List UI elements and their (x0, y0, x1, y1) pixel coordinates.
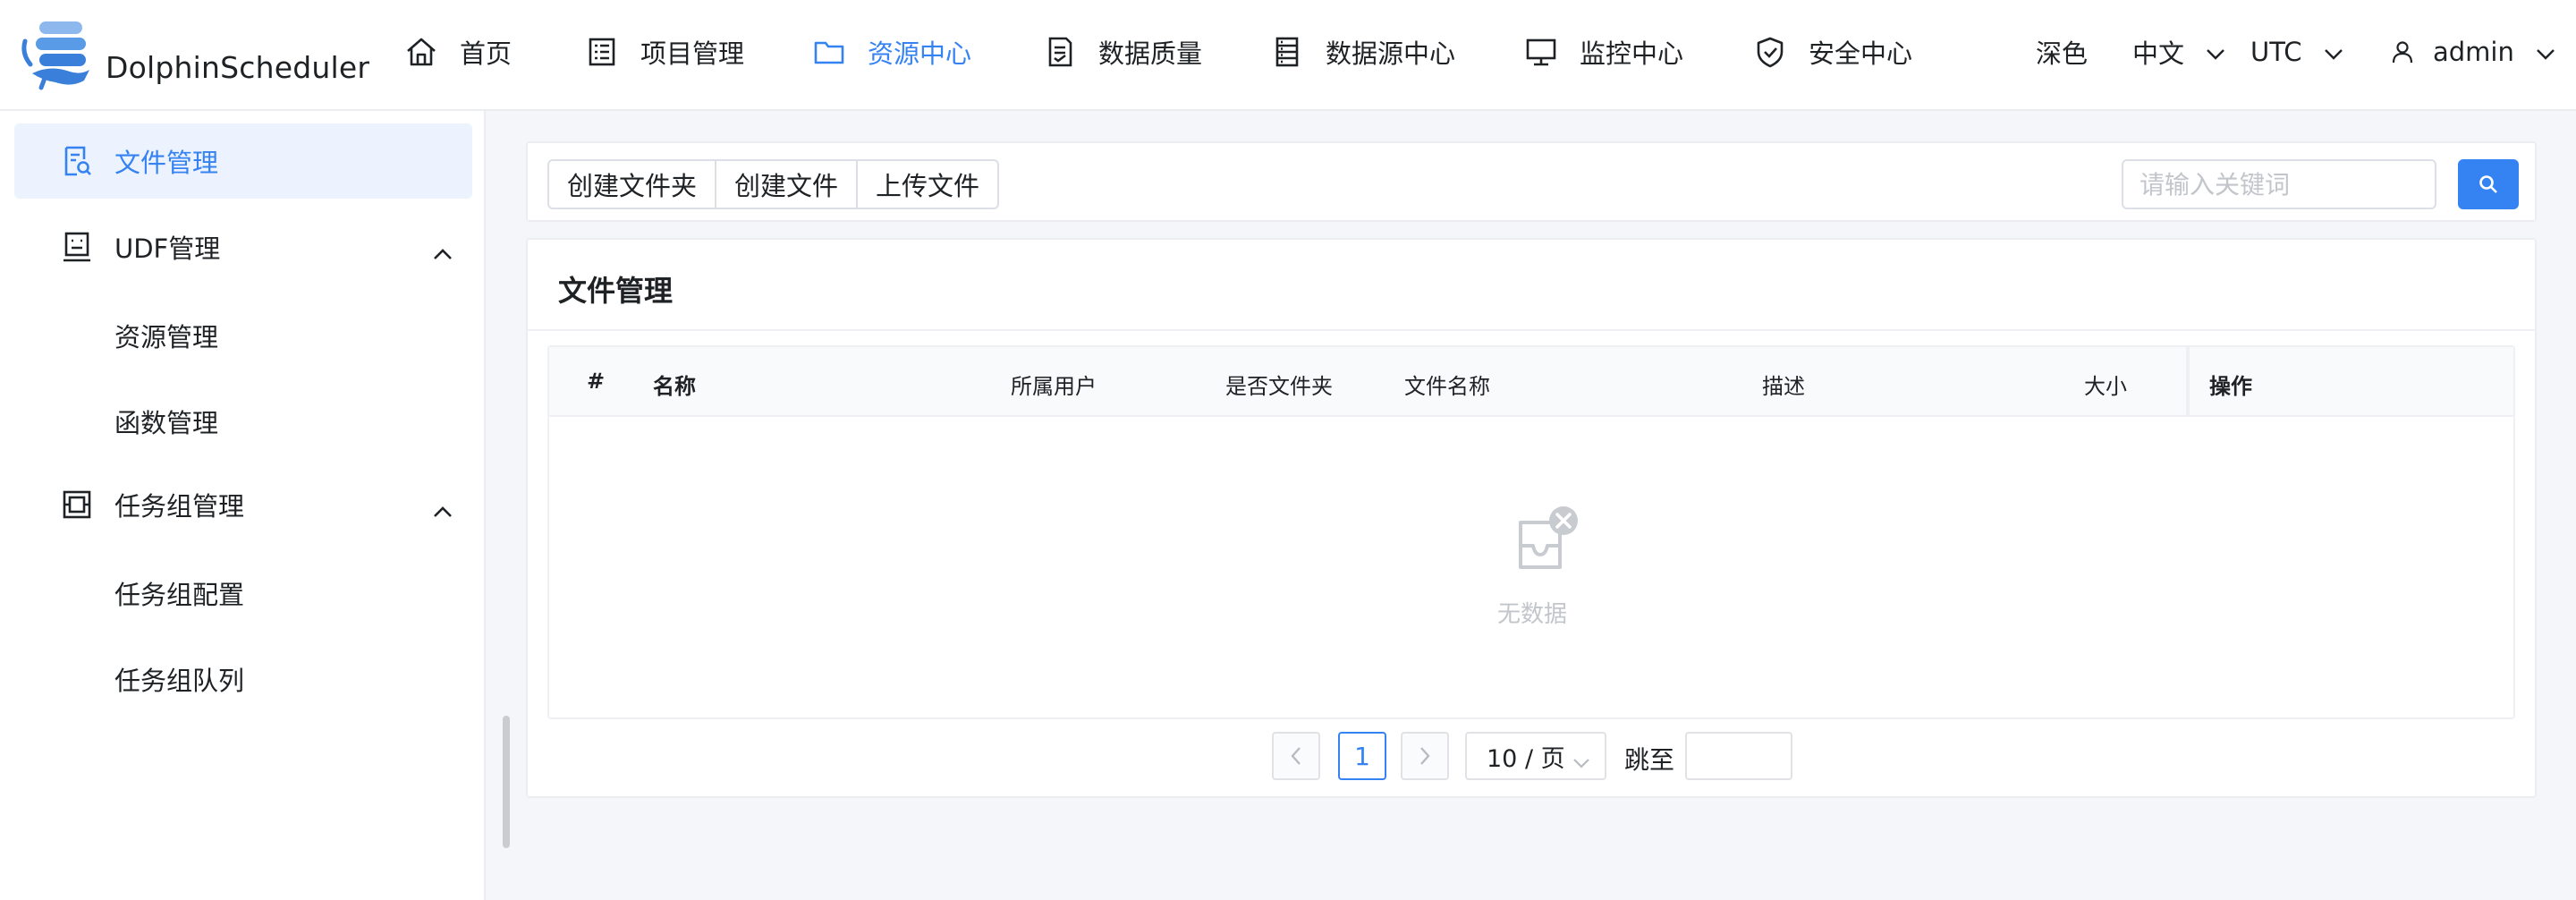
timezone-label: UTC (2250, 37, 2302, 67)
sidebar-subitem-task-group-config[interactable]: 任务组配置 (114, 574, 244, 612)
monitor-icon (1524, 35, 1558, 69)
chevron-down-icon (2206, 37, 2225, 67)
search-button[interactable] (2458, 159, 2519, 209)
nav-item-monitor[interactable]: 监控中心 (1524, 27, 1683, 77)
document-check-icon (1043, 35, 1077, 69)
nav-item-home[interactable]: 首页 (404, 27, 512, 77)
action-button-group: 创建文件夹 创建文件 上传文件 (547, 159, 1000, 209)
chevron-up-icon (433, 236, 453, 267)
sidebar-subitem-task-group-queue[interactable]: 任务组队列 (114, 660, 244, 698)
folder-icon (812, 35, 846, 69)
app-logo[interactable]: DolphinScheduler (20, 18, 377, 93)
nav-label: 数据源中心 (1326, 38, 1456, 69)
sidebar-item-udf[interactable]: UDF管理 (14, 209, 472, 284)
divider (528, 329, 2535, 331)
nav-item-resources[interactable]: 资源中心 (812, 27, 971, 77)
nav-item-security[interactable]: 安全中心 (1753, 27, 1912, 77)
file-table: # 名称 所属用户 是否文件夹 文件名称 描述 大小 操作 无数据 (547, 345, 2515, 719)
page-size-select[interactable]: 10 / 页 (1465, 732, 1606, 780)
sidebar-item-task-group[interactable]: 任务组管理 (14, 467, 472, 542)
nav-item-data-quality[interactable]: 数据质量 (1043, 27, 1202, 77)
sidebar-subitem-resource-management[interactable]: 资源管理 (114, 317, 218, 354)
jump-to-label: 跳至 (1624, 745, 1675, 775)
next-page-button[interactable] (1401, 732, 1449, 780)
sidebar-item-label: 文件管理 (114, 148, 219, 178)
chevron-down-icon (1572, 748, 1590, 776)
app-name: DolphinScheduler (106, 50, 370, 85)
top-header: DolphinScheduler 首页 项目管理 资源中心 数据质量 数据源中心 (0, 0, 2576, 111)
pagination: 1 10 / 页 跳至 (528, 732, 2535, 784)
task-group-icon (61, 488, 93, 521)
sidebar-subitem-function-management[interactable]: 函数管理 (114, 403, 218, 440)
server-icon (1270, 35, 1304, 69)
nav-item-datasource[interactable]: 数据源中心 (1270, 27, 1455, 77)
dolphin-logo-icon (21, 21, 89, 90)
column-header-name: 名称 (653, 374, 696, 399)
chevron-up-icon (433, 494, 453, 524)
toolbar-card: 创建文件夹 创建文件 上传文件 (526, 141, 2537, 222)
theme-toggle[interactable]: 深色 (2036, 27, 2088, 77)
page-title: 文件管理 (558, 274, 674, 308)
theme-label: 深色 (2036, 38, 2089, 69)
upload-file-button[interactable]: 上传文件 (856, 159, 1000, 209)
search-input[interactable] (2122, 159, 2436, 209)
empty-state-icon (1497, 505, 1587, 580)
user-icon (2392, 40, 2413, 64)
sidebar-item-label: UDF管理 (114, 233, 221, 264)
nav-label: 监控中心 (1580, 38, 1684, 69)
timezone-select[interactable]: UTC (2250, 27, 2343, 77)
chevron-down-icon (2536, 37, 2555, 67)
empty-state-text: 无数据 (1497, 601, 1568, 628)
jump-to-page-input[interactable] (1685, 732, 1792, 780)
udf-icon (61, 231, 93, 263)
project-list-icon (585, 35, 619, 69)
sidebar: 文件管理 UDF管理 资源管理 函数管理 任务组管理 任务组配置 任务组队列 (0, 111, 486, 900)
sidebar-item-label: 任务组管理 (114, 491, 245, 522)
column-header-description: 描述 (1762, 374, 1805, 399)
column-header-owner: 所属用户 (1011, 374, 1097, 399)
file-search-icon (61, 145, 93, 177)
page-number-current[interactable]: 1 (1338, 732, 1386, 780)
column-header-is-directory: 是否文件夹 (1225, 374, 1333, 399)
language-select[interactable]: 中文 (2132, 27, 2225, 77)
chevron-down-icon (2324, 37, 2343, 67)
chevron-left-icon (1290, 746, 1302, 766)
prev-page-button[interactable] (1272, 732, 1320, 780)
fixed-column-divider (2186, 347, 2190, 417)
user-name: admin (2433, 37, 2514, 67)
home-icon (404, 35, 438, 69)
chevron-right-icon (1419, 746, 1431, 766)
language-label: 中文 (2132, 38, 2185, 69)
column-header-actions: 操作 (2209, 374, 2252, 399)
nav-label: 资源中心 (868, 38, 972, 69)
page-size-label: 10 / 页 (1487, 744, 1565, 773)
search-icon (2478, 174, 2499, 195)
column-header-index: # (587, 369, 606, 394)
sidebar-scrollbar[interactable] (503, 716, 510, 848)
column-header-file-name: 文件名称 (1404, 374, 1490, 399)
nav-label: 数据质量 (1098, 38, 1203, 69)
nav-label: 首页 (460, 38, 513, 69)
create-file-button[interactable]: 创建文件 (715, 159, 859, 209)
shield-icon (1753, 35, 1787, 69)
nav-item-projects[interactable]: 项目管理 (585, 27, 744, 77)
user-menu[interactable]: admin (2392, 27, 2555, 77)
column-header-size: 大小 (2084, 374, 2127, 399)
nav-label: 项目管理 (640, 38, 745, 69)
create-folder-button[interactable]: 创建文件夹 (547, 159, 717, 209)
file-management-card: 文件管理 # 名称 所属用户 是否文件夹 文件名称 描述 大小 操作 无数据 1… (526, 238, 2537, 798)
sidebar-item-file-management[interactable]: 文件管理 (14, 123, 472, 199)
nav-label: 安全中心 (1809, 38, 1913, 69)
table-header: # 名称 所属用户 是否文件夹 文件名称 描述 大小 操作 (549, 347, 2513, 417)
